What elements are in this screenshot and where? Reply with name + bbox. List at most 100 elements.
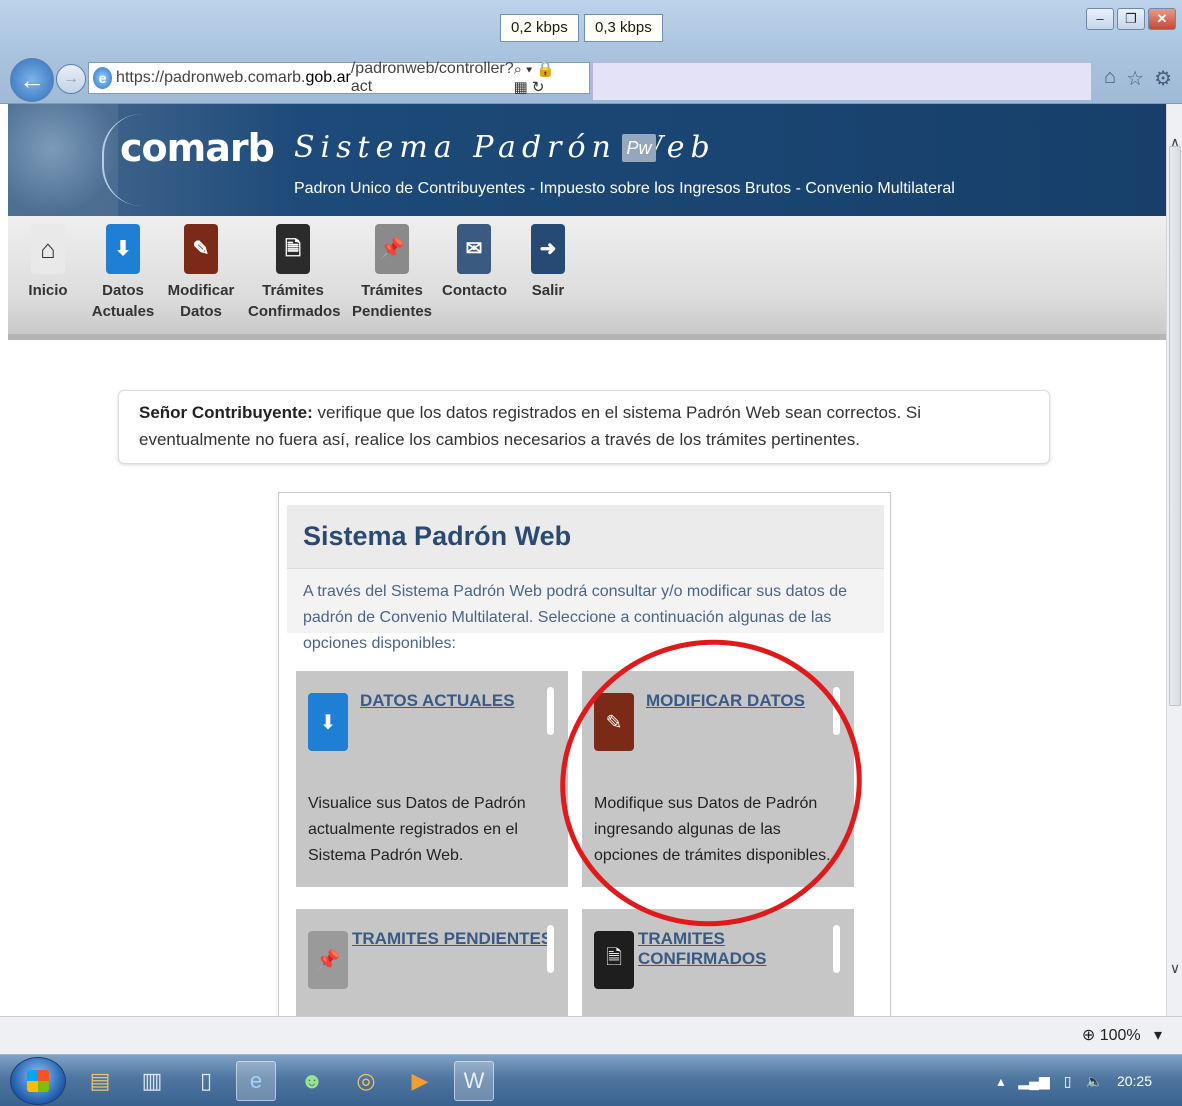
toolbar-label: Trámites (361, 282, 423, 299)
toolbar-item-contacto[interactable]: ✉ Contacto (442, 224, 507, 301)
tramites-confirmados-link[interactable]: TRAMITES CONFIRMADOS (638, 929, 854, 969)
card-description: Visualice sus Datos de Padrón actualment… (308, 795, 526, 864)
taskbar: ▤ ▥ ▯ e ☻ ◎ ▶ W ▴ ▂▄▆ ▯ 🔈 20:25 (0, 1054, 1182, 1106)
volume-icon[interactable]: 🔈 (1086, 1073, 1103, 1090)
dropdown-icon[interactable]: ▾ (526, 61, 536, 78)
comarb-logo[interactable]: comarb (120, 126, 275, 170)
close-button[interactable]: ✕ (1148, 8, 1176, 30)
zoom-level: 100% (1099, 1027, 1141, 1044)
internet-explorer-icon[interactable]: e (236, 1061, 276, 1101)
pin-icon: 📌 (375, 224, 409, 274)
exit-arrow-icon: ➜ (531, 224, 565, 274)
panel-description: A través del Sistema Padrón Web podrá co… (287, 569, 884, 652)
home-icon[interactable]: ⌂ (1104, 66, 1116, 91)
card-scroll-indicator (547, 687, 554, 735)
toolbar-item-tramites-pendientes[interactable]: 📌 Trámites Pendientes (352, 224, 432, 322)
word-document-icon[interactable]: W (454, 1061, 494, 1101)
tray-expand-icon[interactable]: ▴ (997, 1073, 1004, 1090)
refresh-icon[interactable]: ↻ (532, 79, 549, 96)
lock-icon[interactable]: 🔒 (536, 61, 559, 78)
minimize-button[interactable]: – (1086, 8, 1114, 30)
confirmed-doc-icon: 🗎 (276, 224, 310, 274)
clock[interactable]: 20:25 (1117, 1073, 1152, 1089)
forward-button[interactable]: → (56, 64, 86, 94)
status-bar: ⊕ 100% ▾ (0, 1016, 1182, 1054)
address-bar[interactable]: e https://padronweb.comarb. gob.ar/padron… (88, 60, 590, 96)
main-toolbar: ⌂ Inicio ⬇ Datos Actuales ✎ Modificar Da… (8, 216, 1166, 340)
upload-speed-indicator: 0,3 kbps (584, 14, 663, 42)
media-player-icon[interactable]: ▶ (400, 1061, 440, 1101)
card-scroll-indicator (833, 925, 840, 973)
panel-header: Sistema Padrón Web (287, 505, 884, 569)
site-banner: comarb Sistema Padrón Web Pw Padron Unic… (8, 104, 1166, 216)
back-button[interactable]: ← (10, 58, 54, 102)
toolbar-label-2: Actuales (91, 303, 155, 320)
scrollbar-thumb[interactable] (1169, 146, 1181, 706)
url-domain: gob.ar (305, 69, 351, 86)
toolbar-label: Salir (531, 282, 565, 299)
system-subtitle: Padron Unico de Contribuyentes - Impuest… (294, 180, 955, 197)
panel-title: Sistema Padrón Web (303, 521, 572, 551)
search-icon[interactable]: ⌕ (514, 61, 526, 78)
toolbar-label: Datos (102, 282, 144, 299)
vertical-scrollbar[interactable]: ∧ ∨ (1166, 104, 1182, 1016)
battery-icon[interactable]: ▯ (1064, 1073, 1072, 1090)
toolbar-label-2: Confirmados (248, 303, 341, 320)
system-tray: ▴ ▂▄▆ ▯ 🔈 20:25 (972, 1055, 1182, 1106)
windows-logo-icon (27, 1070, 49, 1092)
toolbar-label-2: Pendientes (352, 303, 433, 320)
start-button[interactable] (10, 1057, 66, 1105)
toolbar-label: Trámites (262, 282, 324, 299)
pw-badge: Pw (622, 134, 656, 162)
toolbar-label: Contacto (442, 282, 507, 299)
toolbar-item-modificar-datos[interactable]: ✎ Modificar Datos (166, 224, 236, 322)
card-tramites-pendientes[interactable]: 📌 TRAMITES PENDIENTES (296, 909, 568, 1016)
toolbar-label: Inicio (28, 282, 68, 299)
card-scroll-indicator (547, 925, 554, 973)
toolbar-item-tramites-confirmados[interactable]: 🗎 Trámites Confirmados (248, 224, 341, 322)
page-viewport: comarb Sistema Padrón Web Pw Padron Unic… (0, 104, 1166, 1016)
calculator-icon[interactable]: ▥ (132, 1061, 172, 1101)
chevron-down-icon[interactable]: ▾ (1145, 1027, 1162, 1044)
toolbar-item-inicio[interactable]: ⌂ Inicio (28, 224, 68, 301)
app-icon[interactable]: ◎ (346, 1061, 386, 1101)
restore-button[interactable]: ❐ (1117, 8, 1145, 30)
toolbar-label-2: Datos (180, 303, 222, 320)
notice-bold: Señor Contribuyente: (139, 403, 313, 422)
compat-icon[interactable]: ▦ (514, 79, 532, 96)
zoom-icon: ⊕ (1081, 1027, 1096, 1044)
tramites-pendientes-link[interactable]: TRAMITES PENDIENTES (352, 929, 552, 949)
messenger-icon[interactable]: ☻ (292, 1061, 332, 1101)
window-controls: – ❐ ✕ (1086, 8, 1176, 30)
browser-right-icons: ⌂ ☆ ⚙ (1104, 66, 1172, 91)
address-tools[interactable]: ⌕▾🔒▦↻ (514, 60, 589, 96)
scroll-down-icon[interactable]: ∨ (1167, 960, 1182, 977)
edit-icon: ✎ (184, 224, 218, 274)
url-prefix: https://padronweb.comarb. (116, 69, 306, 86)
card-datos-actuales[interactable]: ⬇ DATOS ACTUALES Visualice sus Datos de … (296, 671, 568, 887)
download-icon: ⬇ (308, 693, 348, 751)
back-arrow-icon: ← (19, 64, 45, 95)
confirmed-doc-icon: 🗎 (594, 931, 634, 989)
envelope-icon: ✉ (457, 224, 491, 274)
notepad-icon[interactable]: ▯ (186, 1061, 226, 1101)
download-icon: ⬇ (106, 224, 140, 274)
forward-arrow-icon: → (63, 70, 79, 87)
home-icon: ⌂ (31, 224, 65, 274)
toolbar-item-salir[interactable]: ➜ Salir (528, 224, 568, 301)
toolbar-label: Modificar (167, 282, 235, 299)
toolbar-item-datos-actuales[interactable]: ⬇ Datos Actuales (90, 224, 156, 322)
browser-tab[interactable] (592, 62, 1092, 100)
settings-gear-icon[interactable]: ⚙ (1154, 66, 1172, 91)
signal-icon[interactable]: ▂▄▆ (1018, 1073, 1049, 1090)
notice-box: Señor Contribuyente: verifique que los d… (118, 390, 1050, 464)
datos-actuales-link[interactable]: DATOS ACTUALES (360, 691, 515, 711)
download-speed-indicator: 0,2 kbps (500, 14, 579, 42)
zoom-control[interactable]: ⊕ 100% ▾ (1082, 1025, 1162, 1045)
browser-chrome: 0,2 kbps 0,3 kbps – ❐ ✕ ← → e https://pa… (0, 0, 1182, 104)
ie-icon: e (93, 67, 113, 89)
favorites-star-icon[interactable]: ☆ (1126, 66, 1144, 91)
pin-icon: 📌 (308, 931, 348, 989)
url-path: /padronweb/controller?act (350, 60, 514, 95)
file-explorer-icon[interactable]: ▤ (80, 1061, 120, 1101)
